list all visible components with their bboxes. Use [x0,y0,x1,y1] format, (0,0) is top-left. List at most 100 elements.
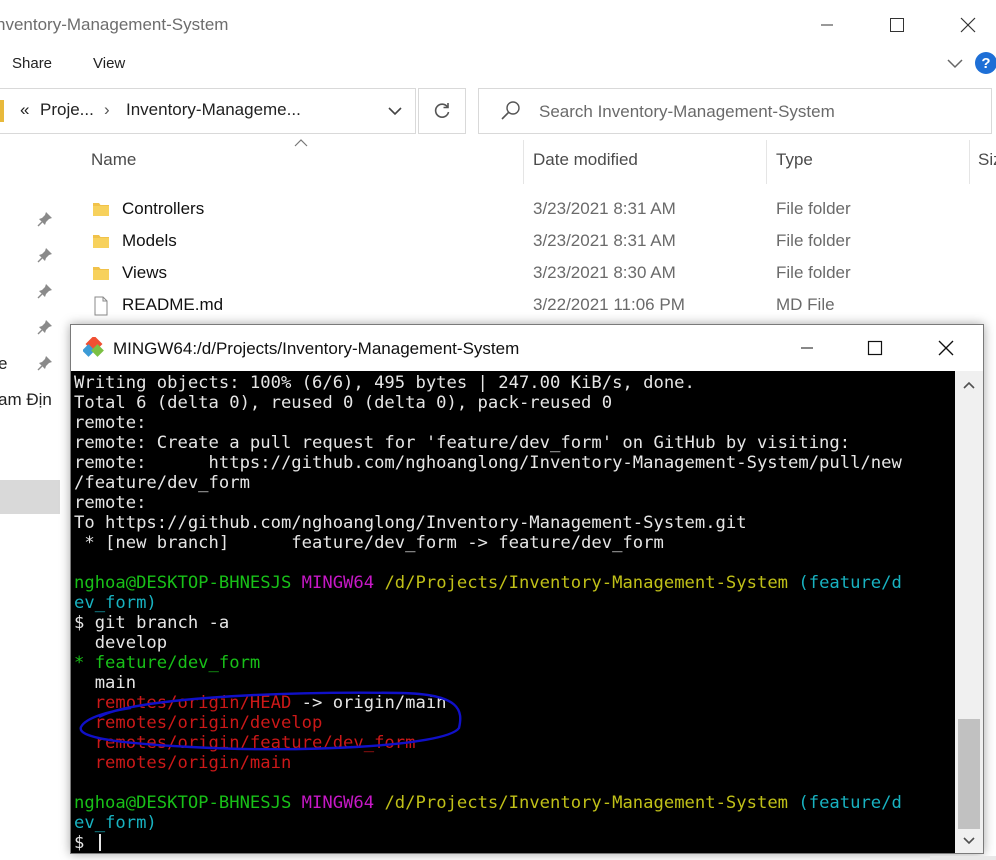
scrollbar-thumb[interactable] [958,719,980,829]
search-box[interactable] [478,88,992,134]
terminal-cursor[interactable] [98,834,101,851]
close-icon[interactable] [953,10,983,40]
terminal-text: develop [74,633,168,653]
terminal-output[interactable]: Writing objects: 100% (6/6), 495 bytes |… [71,371,955,853]
terminal-text: Total 6 (delta 0), reused 0 (delta 0), p… [74,393,613,413]
minimize-icon[interactable] [812,10,842,40]
terminal-line: remotes/origin/HEAD -> origin/main [74,693,902,713]
column-divider[interactable] [766,140,767,184]
column-divider[interactable] [523,140,524,184]
file-row[interactable]: Models 3/23/2021 8:31 AM File folder [62,226,996,258]
folder-icon [92,264,110,282]
terminal-scrollbar[interactable] [955,371,983,853]
column-header-name[interactable]: Name [91,150,136,170]
scroll-down-icon[interactable] [955,829,983,853]
ribbon-tab-share[interactable]: Share [12,55,52,72]
terminal-line: ev_form) [74,593,902,613]
file-row[interactable]: README.md 3/22/2021 11:06 PM MD File [62,290,996,322]
terminal-line: develop [74,633,902,653]
nav-item-label[interactable]: am Địn [0,390,52,410]
mingw-icon [82,335,105,359]
chevron-down-icon[interactable] [386,102,404,125]
maximize-icon[interactable] [882,10,912,40]
terminal-text: (feature/d [798,573,902,593]
git-bash-window[interactable]: MINGW64:/d/Projects/Inventory-Management… [70,324,984,854]
terminal-text: remote: https://github.com/nghoanglong/I… [74,453,902,473]
terminal-text: To https://github.com/nghoanglong/Invent… [74,513,747,533]
file-date: 3/23/2021 8:31 AM [533,231,676,250]
refresh-icon[interactable] [418,88,466,134]
column-header-date[interactable]: Date modified [533,150,638,170]
maximize-icon[interactable] [855,333,895,363]
pin-icon[interactable] [36,210,54,228]
help-icon[interactable]: ? [975,52,996,74]
terminal-text: -> origin/main [291,693,447,713]
terminal-text: $ [74,833,95,853]
terminal-title: MINGW64:/d/Projects/Inventory-Management… [113,339,520,358]
nav-item-label[interactable]: e [0,354,7,374]
sort-ascending-icon [294,136,308,150]
file-name: Models [122,231,177,250]
terminal-text: main [74,673,137,693]
pin-icon[interactable] [36,354,54,372]
nav-selected-item[interactable] [0,480,60,514]
terminal-line: remote: https://github.com/nghoanglong/I… [74,453,902,473]
breadcrumb-projects[interactable]: Proje... [40,100,94,120]
terminal-text: ev_form) [74,593,157,613]
pin-icon[interactable] [36,282,54,300]
terminal-text: remote: [74,413,147,433]
terminal-text: MINGW64 [301,573,385,593]
minimize-icon[interactable] [787,333,827,363]
close-icon[interactable] [926,333,966,363]
terminal-text: nghoa@DESKTOP-BHNESJS [74,573,302,593]
file-date: 3/23/2021 8:30 AM [533,263,676,282]
terminal-text: remotes/origin/HEAD [74,693,292,713]
breadcrumb-separator: › [104,100,110,119]
terminal-text: /feature/dev_form [74,473,250,493]
terminal-text: /d/Projects/Inventory-Management-System [384,573,799,593]
folder-icon [92,232,110,250]
terminal-text: $ git branch -a [74,613,230,633]
chevron-down-icon[interactable] [944,52,966,74]
pin-icon[interactable] [36,246,54,264]
ribbon-tab-view[interactable]: View [93,55,125,72]
terminal-line: nghoa@DESKTOP-BHNESJS MINGW64 /d/Project… [74,793,902,813]
explorer-title-bar: nventory-Management-System [0,0,996,48]
search-input[interactable] [537,101,981,123]
file-type: File folder [776,231,851,250]
column-divider[interactable] [969,140,970,184]
terminal-title-bar[interactable]: MINGW64:/d/Projects/Inventory-Management… [71,325,983,371]
terminal-text: remotes/origin/main [74,753,292,773]
scroll-up-icon[interactable] [955,373,983,397]
terminal-lines: Writing objects: 100% (6/6), 495 bytes |… [74,373,902,853]
folder-icon [92,200,110,218]
terminal-line: $ git branch -a [74,613,902,633]
terminal-text: nghoa@DESKTOP-BHNESJS [74,793,302,813]
file-date: 3/22/2021 11:06 PM [533,295,685,314]
file-row[interactable]: Views 3/23/2021 8:30 AM File folder [62,258,996,290]
column-header-size[interactable]: Siz [978,150,996,170]
terminal-text: feature/dev_form [94,653,261,673]
breadcrumb-current[interactable]: Inventory-Manageme... [126,100,301,120]
terminal-text: MINGW64 [301,793,385,813]
column-header-type[interactable]: Type [776,150,813,170]
address-overflow[interactable]: « [20,100,29,120]
terminal-line: remote: Create a pull request for 'featu… [74,433,902,453]
terminal-text: remote: Create a pull request for 'featu… [74,433,851,453]
terminal-line: remote: [74,413,902,433]
terminal-text: ev_form) [74,813,157,833]
terminal-line: remotes/origin/main [74,753,902,773]
folder-icon [0,100,4,122]
terminal-line: remotes/origin/develop [74,713,902,733]
terminal-text: * [new branch] feature/dev_form -> featu… [74,533,664,553]
taskbar-edge [930,856,996,860]
file-icon [92,296,110,316]
pin-icon[interactable] [36,318,54,336]
terminal-line: $ [74,833,902,853]
file-row[interactable]: Controllers 3/23/2021 8:31 AM File folde… [62,194,996,226]
file-date: 3/23/2021 8:31 AM [533,199,676,218]
terminal-text: remote: [74,493,147,513]
terminal-line: nghoa@DESKTOP-BHNESJS MINGW64 /d/Project… [74,573,902,593]
